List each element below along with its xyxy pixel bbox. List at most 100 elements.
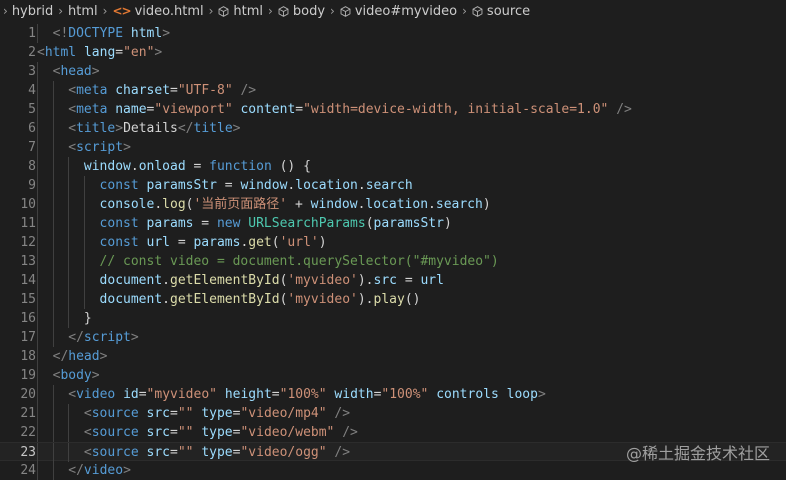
line-number: 12 bbox=[20, 235, 36, 250]
indent-guide bbox=[52, 233, 54, 252]
code-line[interactable]: 1 <!DOCTYPE html> bbox=[0, 24, 786, 43]
indent-guide bbox=[52, 157, 54, 176]
watermark: @稀土掘金技术社区 bbox=[625, 444, 770, 463]
code-token: name bbox=[115, 102, 147, 117]
code-token: ( bbox=[365, 216, 374, 231]
line-number: 14 bbox=[20, 273, 36, 288]
code-token: head bbox=[68, 349, 100, 364]
code-line[interactable]: 8 window.onload = function () { bbox=[0, 157, 786, 176]
code-token: height bbox=[224, 387, 272, 402]
breadcrumb-label: body bbox=[292, 3, 326, 19]
code-token: . bbox=[428, 197, 436, 212]
code-line[interactable]: 5 <meta name="viewport" content="width=de… bbox=[0, 100, 786, 119]
breadcrumb-item[interactable]: source bbox=[471, 4, 531, 19]
code-line[interactable]: 7 <script> bbox=[0, 138, 786, 157]
code-line[interactable]: 17 </script> bbox=[0, 328, 786, 347]
code-token: > bbox=[232, 121, 241, 136]
indent-guide bbox=[37, 366, 38, 385]
indent-guide bbox=[52, 195, 54, 214]
code-token: paramsStr bbox=[146, 178, 217, 193]
code-token: = bbox=[271, 387, 280, 402]
indent-guide bbox=[52, 404, 54, 423]
code-line[interactable]: 16} bbox=[0, 309, 786, 328]
code-line[interactable]: 19 <body> bbox=[0, 366, 786, 385]
code-line[interactable]: 15 document.getElementById('myvideo').pla… bbox=[0, 290, 786, 309]
code-token: = bbox=[295, 102, 304, 117]
code-token: getElementById bbox=[170, 273, 280, 288]
indent-guide bbox=[52, 100, 54, 119]
indent-guide bbox=[52, 176, 54, 195]
code-line[interactable]: 11 const params = new URLSearchParams(par… bbox=[0, 214, 786, 233]
code-line[interactable]: 6 <title>Details</title> bbox=[0, 119, 786, 138]
code-line[interactable]: 2 <html lang="en"> bbox=[0, 43, 786, 62]
code-line[interactable]: 4 <meta charset="UTF-8" /> bbox=[0, 81, 786, 100]
code-token: "width=device-width, initial-scale=1.0" bbox=[303, 102, 609, 117]
code-text: console.log('当前页面路径' + window.location.s… bbox=[100, 195, 491, 214]
indent-guide bbox=[68, 214, 70, 233]
code-token: <! bbox=[52, 26, 69, 41]
chevron-right-icon: › bbox=[3, 4, 8, 18]
code-token: ). bbox=[357, 273, 374, 288]
code-text: } bbox=[84, 309, 92, 328]
code-line[interactable]: 13 // const video = document.querySelecto… bbox=[0, 252, 786, 271]
breadcrumb-item[interactable]: › hybrid bbox=[2, 4, 54, 19]
code-token: html bbox=[130, 26, 163, 41]
code-line[interactable]: 10 console.log('当前页面路径' + window.location… bbox=[0, 195, 786, 214]
breadcrumb-item[interactable]: <> video.html bbox=[111, 4, 204, 19]
code-text: const url = params.get('url') bbox=[100, 233, 327, 252]
code-token: > bbox=[123, 140, 131, 155]
code-token: () { bbox=[271, 159, 311, 174]
cube-icon bbox=[278, 4, 289, 19]
code-line[interactable]: 9 const paramsStr = window.location.searc… bbox=[0, 176, 786, 195]
indent-guide bbox=[37, 252, 38, 271]
code-token: source bbox=[91, 445, 139, 460]
breadcrumb-item[interactable]: html bbox=[67, 4, 99, 19]
code-token: const bbox=[99, 235, 139, 250]
breadcrumb-item[interactable]: body bbox=[277, 4, 326, 19]
code-text: <video id="myvideo" height="100%" width=… bbox=[68, 385, 546, 404]
indent-guide bbox=[52, 252, 54, 271]
code-token: /> bbox=[342, 425, 358, 440]
code-line[interactable]: 20 <video id="myvideo" height="100%" widt… bbox=[0, 385, 786, 404]
code-text: const paramsStr = window.location.search bbox=[100, 176, 413, 195]
code-token: controls bbox=[436, 387, 499, 402]
code-line[interactable]: 3 <head> bbox=[0, 62, 786, 81]
code-token: id bbox=[123, 387, 139, 402]
breadcrumb-item[interactable]: html bbox=[217, 4, 264, 19]
line-number: 24 bbox=[20, 463, 36, 478]
code-token: width bbox=[334, 387, 374, 402]
indent-guide bbox=[68, 290, 70, 309]
code-token: video bbox=[83, 463, 124, 478]
breadcrumb-item[interactable]: video#myvideo bbox=[339, 4, 458, 19]
code-line[interactable]: 12 const url = params.get('url') bbox=[0, 233, 786, 252]
code-editor[interactable]: 1 <!DOCTYPE html> 2 <html lang="en"> 3 <head>… bbox=[0, 22, 786, 480]
indent-guide bbox=[83, 233, 85, 252]
indent-guide bbox=[68, 271, 70, 290]
code-token: content bbox=[240, 102, 296, 117]
code-token: ). bbox=[357, 292, 374, 307]
indent-guide bbox=[37, 157, 38, 176]
indent-guide bbox=[37, 62, 38, 81]
code-token: < bbox=[68, 387, 77, 402]
code-token: ) bbox=[482, 197, 491, 212]
code-token: params bbox=[193, 235, 241, 250]
indent-guide bbox=[68, 176, 70, 195]
code-token: </ bbox=[52, 349, 69, 364]
indent-guide bbox=[37, 404, 38, 423]
indent-guide bbox=[68, 443, 70, 462]
code-token: </ bbox=[177, 121, 194, 136]
code-text: <source src="" type="video/ogg" /> bbox=[84, 443, 350, 462]
indent-guide bbox=[83, 176, 85, 195]
code-token: window bbox=[240, 178, 288, 193]
code-token: > bbox=[91, 64, 100, 79]
code-text: <body> bbox=[53, 366, 100, 385]
code-line[interactable]: 21 <source src="" type="video/mp4" /> bbox=[0, 404, 786, 423]
code-token: < bbox=[68, 83, 77, 98]
code-token: get bbox=[248, 235, 272, 250]
code-line[interactable]: 18 </head> bbox=[0, 347, 786, 366]
code-line[interactable]: 14 document.getElementById('myvideo').src… bbox=[0, 271, 786, 290]
